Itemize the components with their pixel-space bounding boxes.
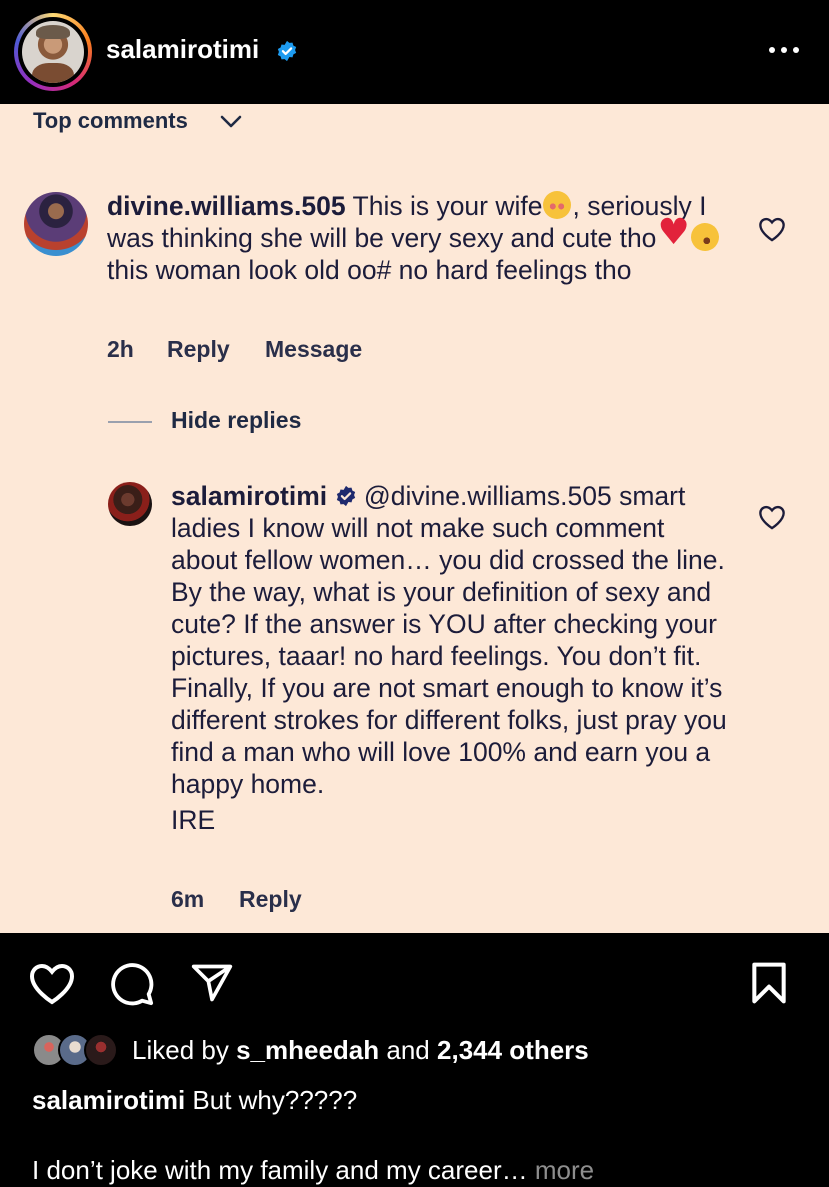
post-header: salamirotimi	[0, 0, 829, 104]
like-reply-heart-icon[interactable]	[758, 504, 786, 530]
comment-text: divine.williams.505 This is your wife, s…	[107, 190, 727, 286]
reply-body: smart ladies I know will not make such c…	[171, 481, 727, 799]
share-paper-plane-icon[interactable]	[188, 961, 236, 1005]
verified-badge-icon	[336, 485, 355, 507]
caption-text: But why?????	[192, 1085, 358, 1115]
avatar-image	[22, 21, 84, 83]
reply-signoff: IRE	[171, 805, 216, 835]
comment-timestamp: 2h	[107, 336, 134, 362]
liked-user[interactable]: s_mheedah	[236, 1035, 379, 1065]
liked-by-text[interactable]: Liked by s_mheedah and 2,344 others	[132, 1035, 589, 1066]
caption-username[interactable]: salamirotimi	[32, 1085, 185, 1115]
reply-timestamp: 6m	[171, 886, 205, 912]
replies-divider	[108, 421, 152, 423]
caption-continued: I don’t joke with my family and my caree…	[32, 1155, 594, 1186]
liked-prefix: Liked by	[132, 1035, 229, 1065]
reply-username[interactable]: salamirotimi	[171, 481, 327, 511]
liked-others-count[interactable]: 2,344 others	[437, 1035, 589, 1065]
more-options-icon[interactable]	[766, 44, 802, 56]
reply-author-avatar[interactable]	[108, 482, 152, 526]
caption-more-link[interactable]: more	[535, 1155, 594, 1185]
comment-body-part1: This is your wife	[352, 191, 543, 221]
comments-panel: Top comments divine.williams.505 This is…	[0, 104, 829, 933]
reply-text: salamirotimi @divine.williams.505 smart …	[171, 480, 731, 836]
comment-username[interactable]: divine.williams.505	[107, 191, 346, 221]
profile-avatar[interactable]	[14, 13, 92, 91]
reply-mention[interactable]: @divine.williams.505	[364, 481, 612, 511]
liked-and: and	[386, 1035, 430, 1065]
message-button[interactable]: Message	[265, 336, 362, 363]
comment-body-part3: this woman look old oo# no hard feelings…	[107, 255, 632, 285]
comment-bubble-icon[interactable]	[108, 961, 156, 1007]
reply-button[interactable]: Reply	[239, 886, 302, 913]
verified-badge-icon	[277, 40, 297, 62]
reply-button[interactable]: Reply	[167, 336, 230, 363]
caption-line2: I don’t joke with my family and my caree…	[32, 1155, 528, 1185]
post-username[interactable]: salamirotimi	[106, 34, 259, 65]
post-actions-footer: Liked by s_mheedah and 2,344 others sala…	[0, 933, 829, 1187]
hide-replies-button[interactable]: Hide replies	[171, 407, 301, 434]
post-caption: salamirotimi But why?????	[32, 1085, 357, 1116]
commenter-avatar[interactable]	[24, 192, 88, 256]
red-heart-emoji-icon	[657, 217, 689, 251]
liked-by-avatars[interactable]	[32, 1033, 122, 1067]
avatar	[84, 1033, 118, 1067]
rofl-emoji-icon	[686, 218, 725, 256]
like-heart-icon[interactable]	[28, 961, 76, 1005]
like-comment-heart-icon[interactable]	[758, 216, 786, 242]
save-bookmark-icon[interactable]	[748, 961, 790, 1005]
sort-comments-dropdown[interactable]: Top comments	[33, 108, 188, 134]
chevron-down-icon[interactable]	[219, 114, 243, 130]
flushed-face-emoji-icon	[543, 191, 572, 219]
